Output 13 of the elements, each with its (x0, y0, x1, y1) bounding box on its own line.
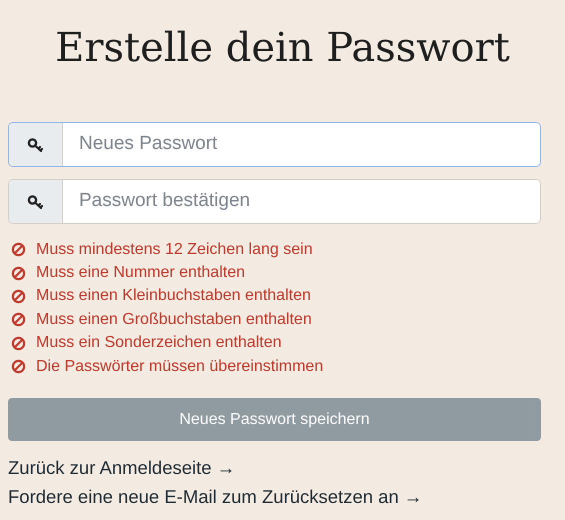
text-link[interactable]: Fordere eine neue E-Mail zum Zurücksetzen an → (8, 482, 422, 512)
password-rule: Muss einen Großbuchstaben enthalten (36, 310, 312, 330)
password-field[interactable]: Neues Passwort (8, 122, 541, 167)
key-icon (26, 136, 44, 152)
key-icon (26, 194, 44, 210)
password-rule: Die Passwörter müssen übereinstimmen (36, 356, 324, 377)
text-link[interactable]: Zurück zur Anmeldeseite → (8, 453, 236, 482)
password-rule: Muss ein Sonderzeichen enthalten (36, 333, 282, 354)
page-title: Erstelle dein Passwort (54, 24, 511, 73)
password-field[interactable]: Passwort bestätigen (8, 179, 541, 224)
password-rule: Muss eine Nummer enthalten (36, 263, 245, 284)
password-rule: Muss mindestens 12 Zeichen lang sein (36, 240, 313, 260)
password-rule: Muss einen Kleinbuchstaben enthalten (36, 286, 311, 306)
